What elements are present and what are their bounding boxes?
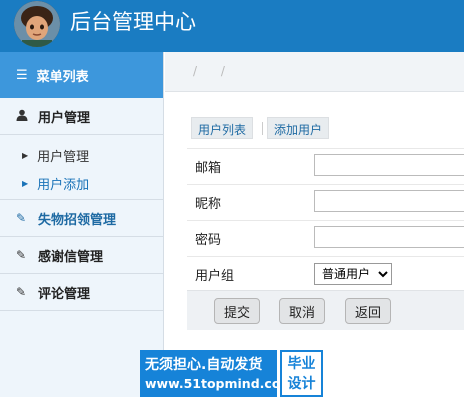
caret-right-icon: ▶	[22, 178, 29, 188]
content-tabs: 用户列表 添加用户	[191, 117, 330, 139]
nickname-label: 昵称	[195, 197, 222, 212]
sidebar-subitem-label: 用户添加	[37, 177, 90, 193]
avatar	[14, 1, 60, 47]
form-row-email: 邮箱	[187, 148, 464, 184]
top-header: 后台管理中心	[0, 0, 464, 52]
tab-user-list[interactable]: 用户列表	[191, 117, 254, 139]
app-title: 后台管理中心	[70, 10, 196, 34]
edit-icon: ✎	[16, 211, 27, 225]
watermark-side: 毕业 设计	[280, 350, 323, 397]
group-select[interactable]: 普通用户	[314, 263, 392, 285]
sidebar-item-comments[interactable]: ✎ 评论管理	[0, 274, 163, 311]
form-row-nickname: 昵称	[187, 184, 464, 220]
form-row-password: 密码	[187, 220, 464, 256]
sidebar-subitem-user-add[interactable]: ▶ 用户添加	[0, 169, 163, 197]
email-field[interactable]	[314, 154, 464, 176]
group-label: 用户组	[195, 269, 235, 284]
tab-add-user[interactable]: 添加用户	[267, 117, 330, 139]
sidebar-menu-header[interactable]: ☰ 菜单列表	[0, 52, 163, 98]
watermark-banner: 无须担心.自动发货 www.51topmind.com 毕业 设计	[140, 350, 323, 397]
list-icon: ☰	[16, 67, 28, 83]
submit-button[interactable]: 提交	[214, 298, 261, 324]
form-button-bar: 提交 取消 返回	[187, 290, 464, 330]
sidebar-item-label: 感谢信管理	[38, 249, 104, 265]
sidebar-subitem-label: 用户管理	[37, 149, 90, 165]
user-icon	[16, 109, 30, 124]
watermark-line2: www.51topmind.com	[145, 376, 294, 391]
password-label: 密码	[195, 233, 222, 248]
sidebar: ☰ 菜单列表 用户管理 ▶ 用户管理 ▶ 用户添加 ✎ 失物招领管理 ✎ 感谢信…	[0, 52, 164, 397]
edit-icon: ✎	[16, 248, 27, 262]
password-field[interactable]	[314, 226, 464, 248]
edit-icon: ✎	[16, 285, 27, 299]
email-label: 邮箱	[195, 161, 222, 176]
nickname-field[interactable]	[314, 190, 464, 212]
sidebar-item-label: 用户管理	[38, 110, 91, 126]
menu-title: 菜单列表	[36, 69, 89, 85]
back-button[interactable]: 返回	[345, 298, 392, 324]
form-row-group: 用户组 普通用户	[187, 256, 464, 292]
sidebar-subitem-user-list[interactable]: ▶ 用户管理	[0, 141, 163, 169]
cancel-button[interactable]: 取消	[279, 298, 326, 324]
sidebar-item-label: 失物招领管理	[38, 212, 117, 228]
watermark-main: 无须担心.自动发货 www.51topmind.com	[140, 350, 293, 397]
sidebar-item-label: 评论管理	[38, 286, 91, 302]
watermark-side-line2: 设计	[287, 376, 316, 392]
sidebar-item-user-management[interactable]: 用户管理	[0, 98, 163, 135]
sidebar-item-thanks-letter[interactable]: ✎ 感谢信管理	[0, 237, 163, 274]
breadcrumb: / /	[165, 52, 464, 92]
sidebar-item-lost-found[interactable]: ✎ 失物招领管理	[0, 200, 163, 237]
watermark-line1: 无须担心.自动发货	[145, 357, 263, 373]
sidebar-submenu: ▶ 用户管理 ▶ 用户添加	[0, 135, 163, 200]
tab-divider	[262, 122, 263, 135]
watermark-side-line1: 毕业	[287, 356, 316, 372]
caret-right-icon: ▶	[22, 150, 29, 160]
